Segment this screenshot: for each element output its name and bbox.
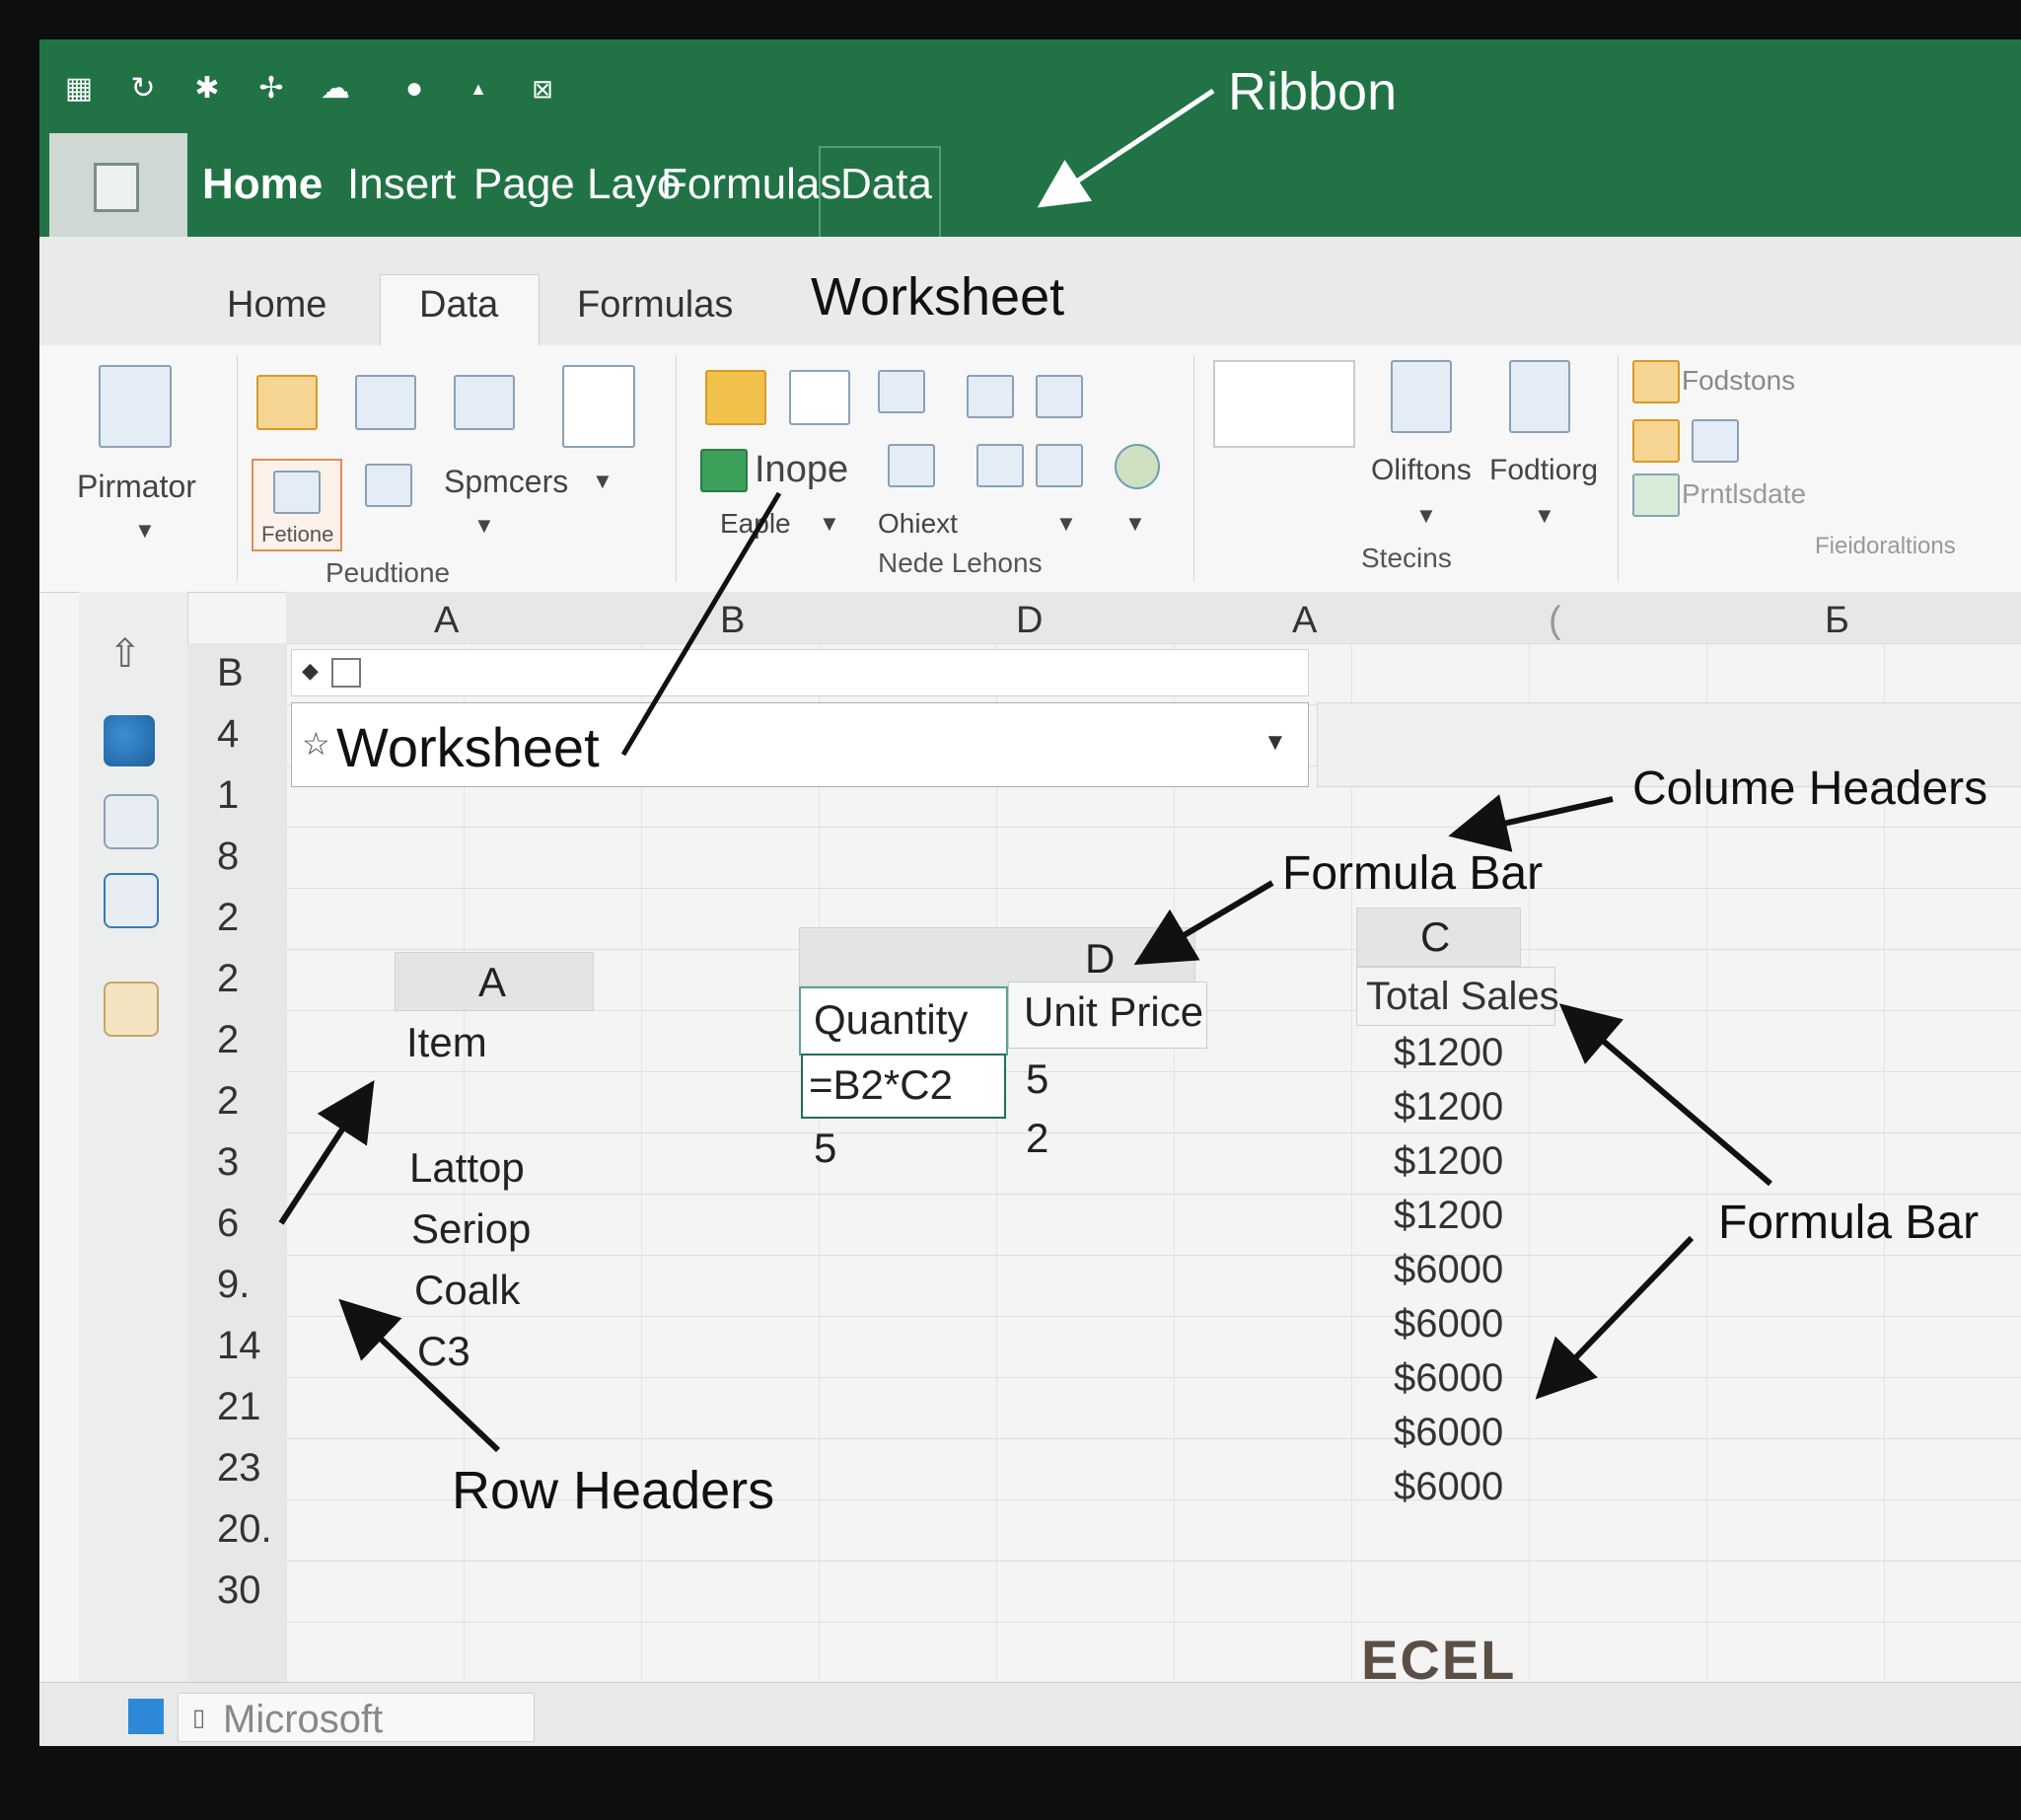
callout-column-headers: Colume Headers xyxy=(1632,763,1988,815)
formula-bar-arrow xyxy=(1535,1235,1695,1400)
callout-formula-bar: Formula Bar xyxy=(1718,1197,1980,1249)
callout-row-headers: Row Headers xyxy=(452,1461,775,1520)
formula-bar-arrow xyxy=(1558,1003,1772,1187)
row-headers-arrow xyxy=(278,1079,375,1225)
callout-ribbon: Ribbon xyxy=(1228,62,1398,121)
formula-bar-arrow xyxy=(1133,880,1274,966)
callout-worksheet: Worksheet xyxy=(811,267,1065,327)
callout-formula-bar: Formula Bar xyxy=(1282,847,1544,900)
ribbon-arrow xyxy=(1037,88,1215,208)
column-headers-arrow xyxy=(1448,794,1614,852)
row-headers-arrow xyxy=(338,1298,501,1453)
worksheet-line xyxy=(620,491,782,757)
